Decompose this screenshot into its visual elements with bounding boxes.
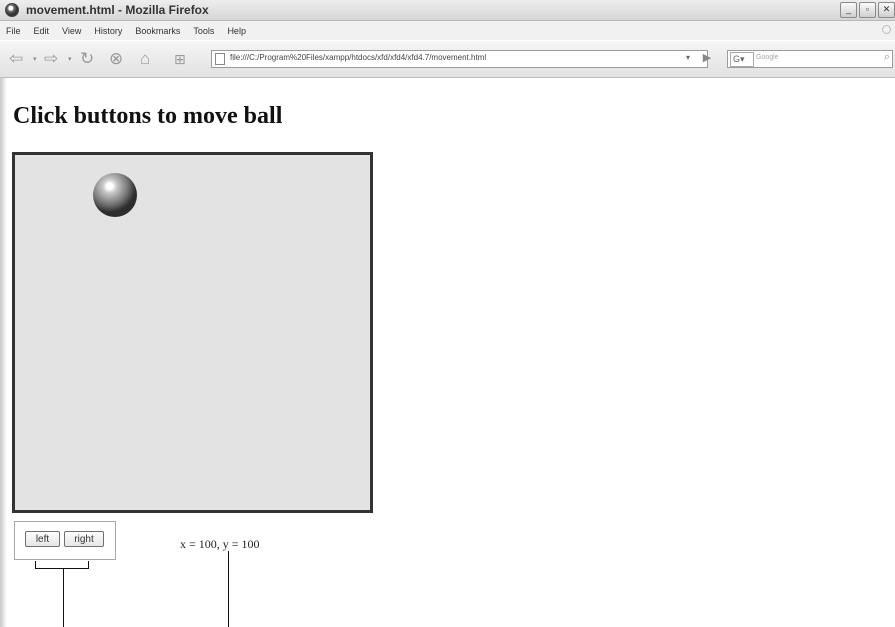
search-input[interactable]: Google [756,54,779,61]
menu-tools[interactable]: Tools [193,26,214,36]
title-bar: movement.html - Mozilla Firefox _ ▫ ✕ [0,0,895,21]
stop-icon[interactable]: ⊗ [109,50,123,68]
go-icon[interactable]: ▶ [699,50,715,66]
menu-edit[interactable]: Edit [34,26,50,36]
menu-file[interactable]: File [6,26,21,36]
home-icon[interactable]: ⌂ [140,50,150,68]
page-left-shadow [0,78,7,627]
ball-canvas [12,152,373,513]
forward-icon[interactable]: ⇨ [44,50,58,68]
url-bar[interactable]: file:///C:/Program%20Files/xampp/htdocs/… [211,50,708,68]
navigation-toolbar: ⇦ ▾ ⇨ ▾ ↻ ⊗ ⌂ ⊞ file:///C:/Program%20Fil… [0,41,895,78]
search-go-icon[interactable]: ⌕ [884,51,890,64]
throbber-icon [882,25,891,34]
left-button[interactable]: left [25,531,60,547]
maximize-button[interactable]: ▫ [859,2,876,18]
forward-history-dropdown-icon[interactable]: ▾ [68,55,72,63]
menu-help[interactable]: Help [227,26,246,36]
back-history-dropdown-icon[interactable]: ▾ [33,55,37,63]
callout-line-coordinates [228,551,229,627]
callout-bracket-base [35,568,89,569]
menu-bar: File Edit View History Bookmarks Tools H… [0,21,895,40]
menu-view[interactable]: View [62,26,81,36]
reload-icon[interactable]: ↻ [80,50,94,68]
new-tab-icon[interactable]: ⊞ [174,50,186,68]
search-bar[interactable]: G▾ Google ⌕ [727,50,893,68]
page-heading: Click buttons to move ball [13,103,283,129]
search-engine-icon: G [733,54,741,64]
back-icon[interactable]: ⇦ [9,50,23,68]
search-engine-selector[interactable]: G▾ [730,52,754,67]
url-text[interactable]: file:///C:/Program%20Files/xampp/htdocs/… [230,53,486,62]
coordinates-text: x = 100, y = 100 [180,537,260,551]
menu-bookmarks[interactable]: Bookmarks [135,26,180,36]
window-title: movement.html - Mozilla Firefox [26,3,209,17]
firefox-icon [5,3,19,17]
button-panel: left right [14,521,116,560]
menu-history[interactable]: History [94,26,122,36]
url-history-dropdown-icon[interactable]: ▾ [681,50,695,66]
page-icon [215,53,225,65]
right-button[interactable]: right [64,531,104,547]
callout-line-buttons [63,568,64,627]
ball [93,173,137,217]
close-button[interactable]: ✕ [878,2,895,18]
window-controls: _ ▫ ✕ [840,2,895,18]
minimize-button[interactable]: _ [840,2,857,18]
